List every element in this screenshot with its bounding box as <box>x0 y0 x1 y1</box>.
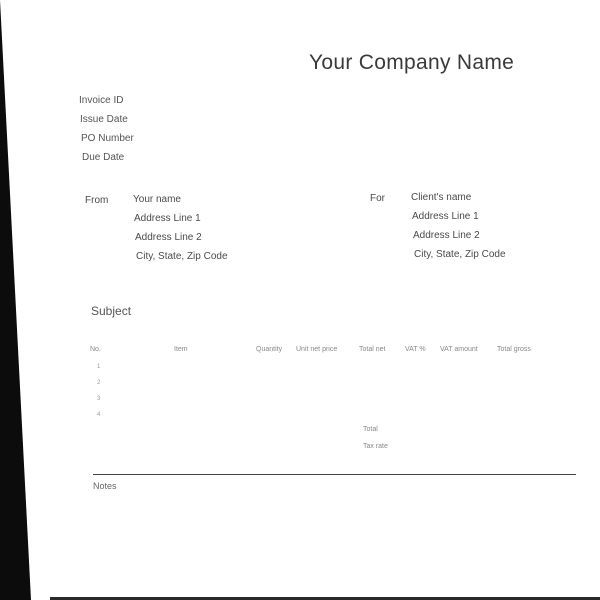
column-header-vat-amount: VAT amount <box>440 346 478 353</box>
from-label: From <box>85 195 109 206</box>
from-city-state-zip: City, State, Zip Code <box>136 251 228 262</box>
from-address-line-2: Address Line 2 <box>135 232 202 243</box>
company-name: Your Company Name <box>309 51 515 74</box>
invoice-id-label: Invoice ID <box>79 95 124 106</box>
tax-rate-label: Tax rate <box>363 443 388 450</box>
column-header-total-net: Total net <box>359 346 386 353</box>
row-number: 3 <box>97 396 101 402</box>
row-number: 2 <box>97 380 101 386</box>
client-address-line-2: Address Line 2 <box>413 230 480 241</box>
row-number: 4 <box>97 412 101 418</box>
column-header-vat-percent: VAT % <box>405 346 426 353</box>
from-name: Your name <box>133 194 181 205</box>
client-name: Client's name <box>411 192 472 203</box>
due-date-label: Due Date <box>82 152 125 163</box>
notes-divider <box>93 474 576 475</box>
column-header-item: Item <box>174 346 188 353</box>
column-header-total-gross: Total gross <box>497 346 531 353</box>
total-label: Total <box>363 426 378 433</box>
invoice-page: Your Company Name Invoice ID Issue Date … <box>0 0 600 600</box>
client-city-state-zip: City, State, Zip Code <box>414 249 506 260</box>
row-number: 1 <box>97 364 101 370</box>
subject-label: Subject <box>91 304 132 318</box>
for-label: For <box>370 193 385 204</box>
column-header-quantity: Quantity <box>256 346 283 353</box>
column-header-no: No. <box>90 346 101 353</box>
issue-date-label: Issue Date <box>80 114 128 125</box>
client-address-line-1: Address Line 1 <box>412 211 479 222</box>
from-address-line-1: Address Line 1 <box>134 213 201 224</box>
po-number-label: PO Number <box>81 133 134 144</box>
notes-label: Notes <box>93 481 117 491</box>
column-header-unit-net-price: Unit net price <box>296 346 338 353</box>
